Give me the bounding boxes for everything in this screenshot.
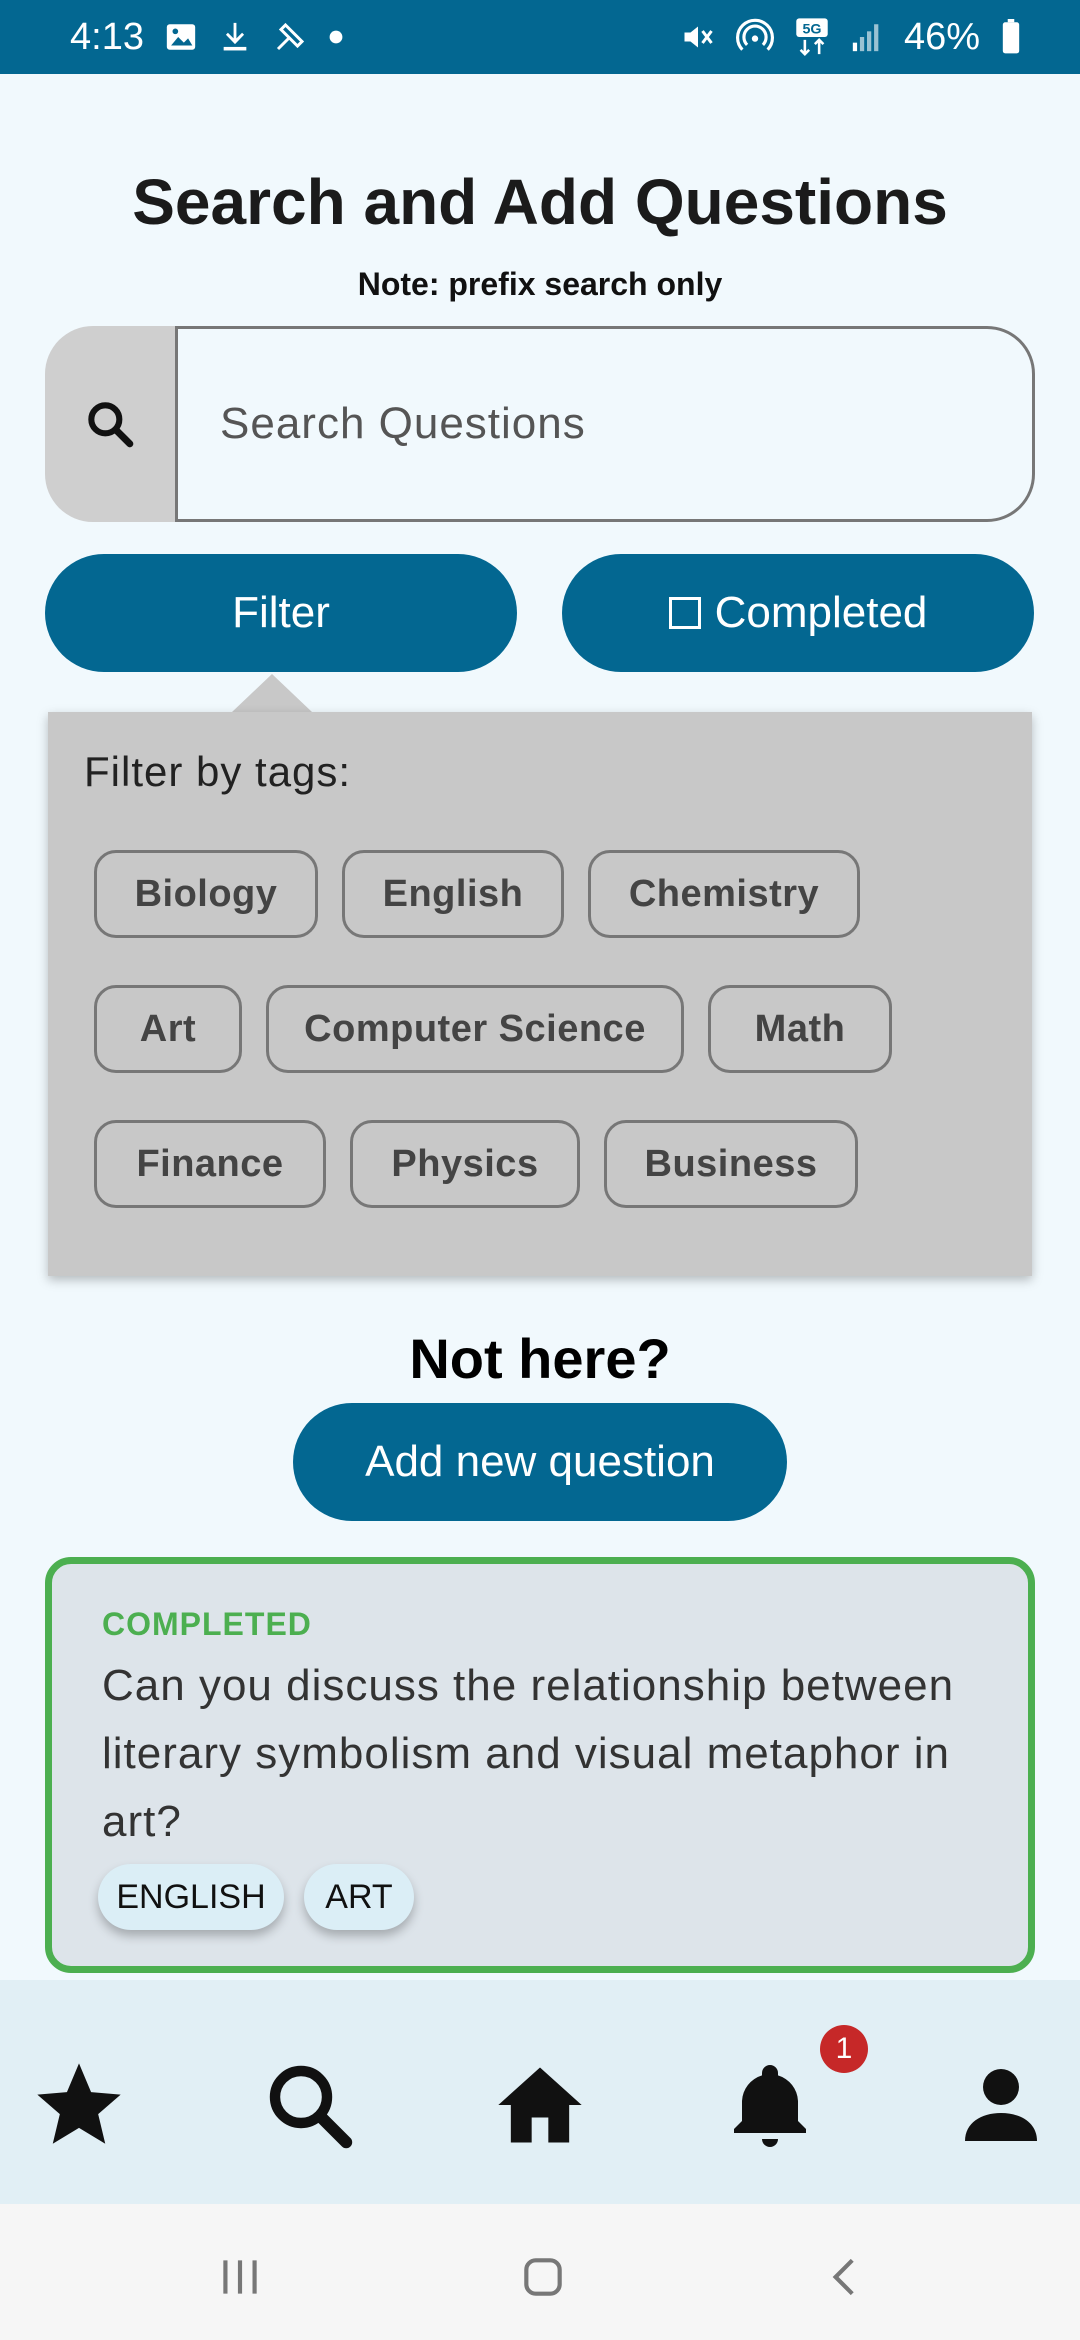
status-time: 4:13 bbox=[70, 15, 144, 58]
question-tag-art[interactable]: ART bbox=[304, 1864, 414, 1930]
search-bar bbox=[45, 326, 1035, 522]
dot-icon bbox=[328, 29, 344, 45]
tag-chip-business[interactable]: Business bbox=[604, 1120, 858, 1208]
tag-chip-finance[interactable]: Finance bbox=[94, 1120, 326, 1208]
mute-icon bbox=[680, 19, 716, 55]
back-button[interactable] bbox=[806, 2242, 886, 2312]
hotspot-icon bbox=[735, 18, 774, 56]
question-text: Can you discuss the relationship between… bbox=[102, 1661, 955, 1846]
nav-notifications[interactable] bbox=[715, 2050, 825, 2160]
tag-chip-computer-science[interactable]: Computer Science bbox=[266, 985, 684, 1073]
tag-chip-biology[interactable]: Biology bbox=[94, 850, 318, 938]
image-icon bbox=[164, 20, 198, 54]
nav-profile[interactable] bbox=[946, 2050, 1056, 2160]
completed-toggle-label: Completed bbox=[714, 588, 928, 637]
search-icon bbox=[269, 2065, 353, 2149]
filter-popup: Filter by tags: Biology English Chemistr… bbox=[48, 712, 1032, 1276]
filter-button-label: Filter bbox=[232, 588, 330, 637]
status-bar: 4:13 5G 46% bbox=[0, 0, 1080, 74]
question-card[interactable]: COMPLETED Can you discuss the relationsh… bbox=[45, 1557, 1035, 1973]
profile-icon bbox=[965, 2069, 1037, 2141]
add-question-button[interactable]: Add new question bbox=[293, 1403, 787, 1521]
home-icon bbox=[498, 2067, 582, 2143]
5g-icon: 5G bbox=[794, 17, 830, 57]
page-title: Search and Add Questions bbox=[132, 166, 948, 238]
bottom-nav: 1 bbox=[0, 1980, 1080, 2204]
battery-icon bbox=[1000, 19, 1022, 55]
tag-chip-chemistry[interactable]: Chemistry bbox=[588, 850, 860, 938]
not-here-heading: Not here? bbox=[409, 1327, 671, 1390]
search-input[interactable] bbox=[175, 326, 1035, 522]
status-right: 5G 46% bbox=[680, 16, 1022, 59]
tag-chip-math[interactable]: Math bbox=[708, 985, 892, 1073]
download-icon bbox=[218, 20, 252, 54]
search-note: Note: prefix search only bbox=[357, 266, 723, 302]
bell-icon bbox=[734, 2065, 806, 2147]
nav-home[interactable] bbox=[485, 2050, 595, 2160]
mute-tools-icon bbox=[272, 19, 308, 55]
search-button[interactable] bbox=[45, 326, 175, 522]
notification-badge: 1 bbox=[820, 2025, 868, 2073]
completed-toggle[interactable]: Completed bbox=[562, 554, 1034, 672]
completed-checkbox-icon bbox=[668, 597, 701, 629]
status-badge: COMPLETED bbox=[102, 1606, 312, 1642]
filter-button[interactable]: Filter bbox=[45, 554, 517, 672]
star-icon bbox=[37, 2063, 121, 2144]
nav-search[interactable] bbox=[254, 2050, 364, 2160]
recents-icon bbox=[223, 2260, 257, 2294]
nav-favorites[interactable] bbox=[24, 2050, 134, 2160]
recents-button[interactable] bbox=[200, 2242, 280, 2312]
search-icon bbox=[88, 402, 134, 448]
question-tag-english[interactable]: ENGLISH bbox=[98, 1864, 284, 1930]
back-icon bbox=[832, 2258, 854, 2296]
signal-icon bbox=[850, 20, 884, 54]
home-nav-icon bbox=[524, 2258, 562, 2296]
system-nav-bar bbox=[0, 2204, 1080, 2340]
home-nav-button[interactable] bbox=[503, 2242, 583, 2312]
filter-popup-label: Filter by tags: bbox=[84, 748, 352, 795]
battery-percent: 46% bbox=[903, 15, 980, 58]
status-left: 4:13 bbox=[70, 16, 344, 59]
tag-chip-art[interactable]: Art bbox=[94, 985, 242, 1073]
tag-chip-english[interactable]: English bbox=[342, 850, 564, 938]
tag-chip-physics[interactable]: Physics bbox=[350, 1120, 580, 1208]
svg-text:5G: 5G bbox=[802, 21, 821, 37]
popup-arrow bbox=[232, 674, 312, 712]
